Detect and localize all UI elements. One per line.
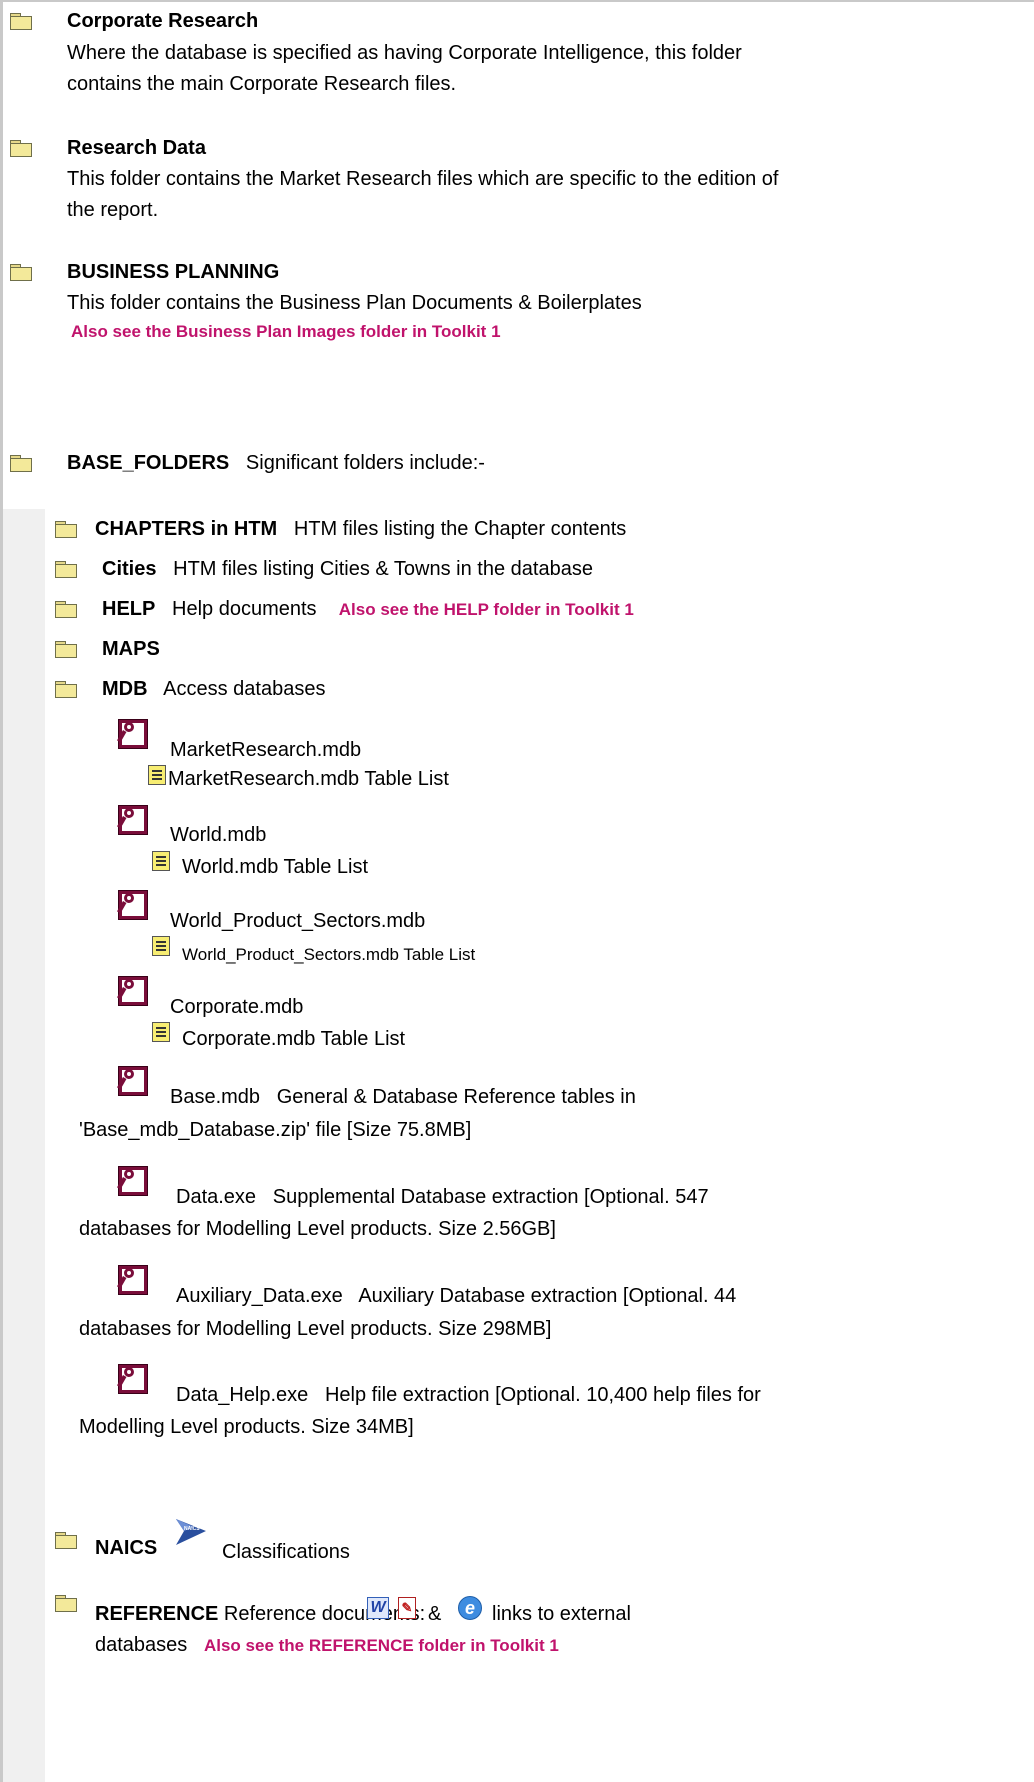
reference-line2: databases Also see the REFERENCE folder … bbox=[95, 1633, 559, 1658]
toolkit-note-link[interactable]: Also see the REFERENCE folder in Toolkit… bbox=[204, 1636, 559, 1655]
pdf-icon[interactable]: ✎ bbox=[398, 1597, 416, 1619]
extract-name[interactable]: Data.exe bbox=[176, 1186, 256, 1208]
access-key-icon[interactable] bbox=[117, 1265, 148, 1295]
extract-item: Auxiliary_Data.exe Auxiliary Database ex… bbox=[176, 1284, 736, 1308]
table-list-link[interactable]: Corporate.mdb Table List bbox=[182, 1027, 405, 1051]
reference-links-text: links to external bbox=[492, 1603, 631, 1625]
subfolder-help: HELP Help documents Also see the HELP fo… bbox=[102, 597, 634, 622]
folder-icon[interactable] bbox=[55, 1532, 77, 1549]
table-list-link[interactable]: MarketResearch.mdb Table List bbox=[168, 767, 449, 791]
section-description: This folder contains the Business Plan D… bbox=[67, 292, 642, 314]
word-icon[interactable]: W bbox=[367, 1597, 389, 1619]
folder-icon[interactable] bbox=[10, 13, 32, 30]
document-icon[interactable] bbox=[152, 851, 170, 871]
extract-item: Base.mdb General & Database Reference ta… bbox=[170, 1085, 636, 1109]
top-divider bbox=[0, 0, 1034, 2]
table-list-link[interactable]: World_Product_Sectors.mdb Table List bbox=[182, 943, 475, 967]
folder-icon[interactable] bbox=[10, 140, 32, 157]
section-title-research-data[interactable]: Research Data bbox=[67, 136, 206, 160]
extract-description: General & Database Reference tables in bbox=[276, 1086, 636, 1108]
folder-icon[interactable] bbox=[55, 521, 77, 538]
extract-name[interactable]: Data_Help.exe bbox=[176, 1384, 308, 1406]
naics-logo-icon[interactable]: NAICS bbox=[174, 1517, 208, 1547]
subfolder-name[interactable]: Cities bbox=[102, 558, 156, 580]
internet-explorer-icon[interactable]: e bbox=[458, 1596, 482, 1620]
folder-icon[interactable] bbox=[55, 681, 77, 698]
section-description: This folder contains the Market Research… bbox=[67, 168, 779, 190]
section-description: contains the main Corporate Research fil… bbox=[67, 73, 457, 95]
subfolder-description: Classifications bbox=[222, 1541, 350, 1563]
extract-name[interactable]: Base.mdb bbox=[170, 1086, 260, 1108]
section-description: Where the database is specified as havin… bbox=[67, 42, 742, 64]
naics-logo-text: NAICS bbox=[184, 1526, 200, 1532]
section-base-folders: BASE_FOLDERS Significant folders include… bbox=[67, 451, 485, 475]
toolkit-note-link[interactable]: Also see the HELP folder in Toolkit 1 bbox=[339, 600, 634, 619]
section-title-corporate-research[interactable]: Corporate Research bbox=[67, 9, 258, 33]
extract-item: Data_Help.exe Help file extraction [Opti… bbox=[176, 1383, 761, 1407]
access-key-icon[interactable] bbox=[117, 976, 148, 1006]
folder-icon[interactable] bbox=[10, 455, 32, 472]
indent-band bbox=[3, 509, 45, 1782]
document-icon[interactable] bbox=[148, 765, 166, 785]
subfolder-naics[interactable]: NAICS bbox=[95, 1536, 157, 1560]
subfolder-description: Access databases bbox=[163, 678, 326, 700]
folder-icon[interactable] bbox=[55, 1595, 77, 1612]
database-name[interactable]: MarketResearch.mdb bbox=[170, 738, 361, 762]
folder-icon[interactable] bbox=[55, 601, 77, 618]
subfolder-name[interactable]: MDB bbox=[102, 678, 148, 700]
extract-description: Supplemental Database extraction [Option… bbox=[272, 1186, 709, 1208]
folder-icon[interactable] bbox=[55, 641, 77, 658]
extract-description: databases for Modelling Level products. … bbox=[79, 1318, 552, 1340]
access-key-icon[interactable] bbox=[117, 805, 148, 835]
subfolder-cities: Cities HTM files listing Cities & Towns … bbox=[102, 557, 593, 581]
folder-icon[interactable] bbox=[55, 561, 77, 578]
database-name[interactable]: Corporate.mdb bbox=[170, 995, 303, 1019]
toolkit-note-link[interactable]: Also see the Business Plan Images folder… bbox=[71, 320, 501, 344]
access-key-icon[interactable] bbox=[117, 890, 148, 920]
subfolder-chapters: CHAPTERS in HTM HTM files listing the Ch… bbox=[95, 517, 626, 541]
document-icon[interactable] bbox=[152, 936, 170, 956]
database-name[interactable]: World.mdb bbox=[170, 823, 266, 847]
section-description: the report. bbox=[67, 199, 159, 221]
database-name[interactable]: World_Product_Sectors.mdb bbox=[170, 909, 425, 933]
subfolder-description: Help documents bbox=[172, 598, 317, 620]
extract-name[interactable]: Auxiliary_Data.exe bbox=[176, 1285, 343, 1307]
access-key-icon[interactable] bbox=[117, 1166, 148, 1196]
subfolder-description: HTM files listing Cities & Towns in the … bbox=[173, 558, 593, 580]
subfolder-name[interactable]: HELP bbox=[102, 598, 155, 620]
extract-description: Help file extraction [Optional. 10,400 h… bbox=[324, 1384, 761, 1406]
extract-item: Data.exe Supplemental Database extractio… bbox=[176, 1185, 709, 1209]
extract-description: Modelling Level products. Size 34MB] bbox=[79, 1416, 414, 1438]
access-key-icon[interactable] bbox=[117, 719, 148, 749]
subfolder-maps[interactable]: MAPS bbox=[102, 637, 160, 661]
reference-description: databases bbox=[95, 1634, 188, 1656]
subfolder-name[interactable]: CHAPTERS in HTM bbox=[95, 518, 277, 540]
folder-icon[interactable] bbox=[10, 264, 32, 281]
document-icon[interactable] bbox=[152, 1022, 170, 1042]
subfolder-description: HTM files listing the Chapter contents bbox=[293, 518, 627, 540]
section-description: Significant folders include:- bbox=[245, 452, 485, 474]
subfolder-mdb: MDB Access databases bbox=[102, 677, 325, 701]
extract-description: databases for Modelling Level products. … bbox=[79, 1218, 556, 1240]
section-title-base-folders[interactable]: BASE_FOLDERS bbox=[67, 452, 229, 474]
section-title-business-planning[interactable]: BUSINESS PLANNING bbox=[67, 260, 279, 284]
subfolder-description: Reference documents: bbox=[223, 1603, 426, 1625]
subfolder-name[interactable]: REFERENCE bbox=[95, 1603, 218, 1625]
access-key-icon[interactable] bbox=[117, 1364, 148, 1394]
extract-description: 'Base_mdb_Database.zip' file [Size 75.8M… bbox=[79, 1119, 472, 1141]
ampersand: & bbox=[428, 1603, 442, 1625]
access-key-icon[interactable] bbox=[117, 1066, 148, 1096]
table-list-link[interactable]: World.mdb Table List bbox=[182, 855, 368, 879]
extract-description: Auxiliary Database extraction [Optional.… bbox=[358, 1285, 737, 1307]
